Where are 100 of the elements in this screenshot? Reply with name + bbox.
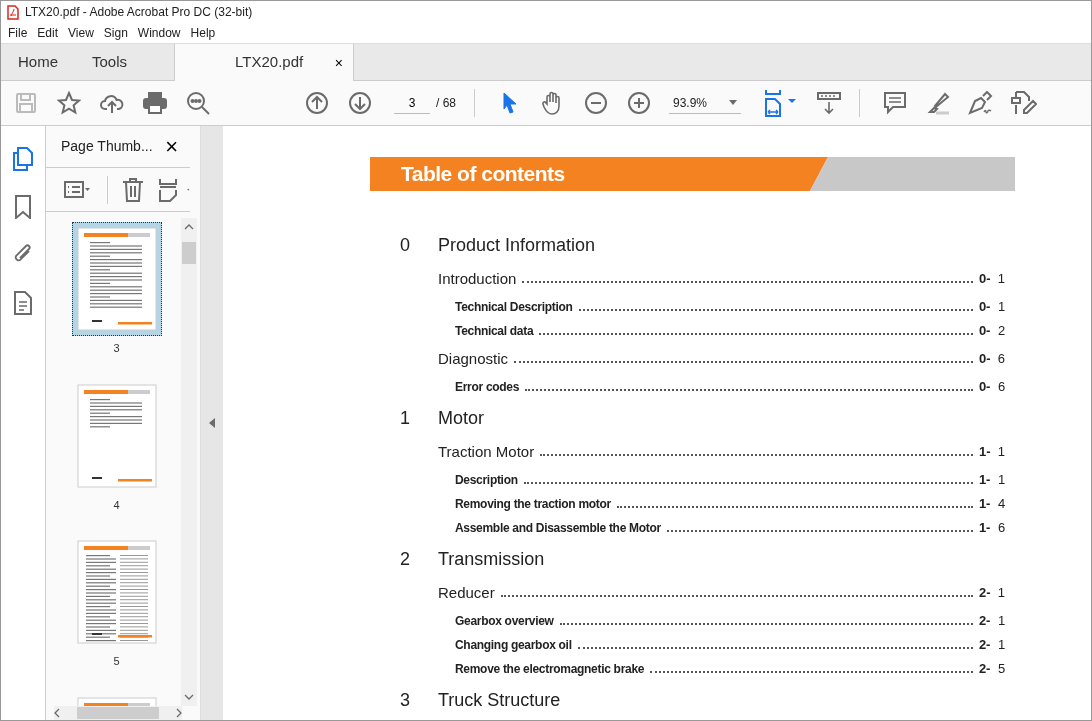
toc-entry[interactable]: Traction Motor [438, 440, 535, 464]
page-number: 1 [997, 636, 1005, 655]
printer-icon [143, 92, 167, 114]
plus-circle-icon [627, 91, 651, 115]
search-icon [186, 91, 210, 115]
pdf-file-icon [7, 4, 19, 20]
menu-item[interactable]: Window [132, 24, 186, 42]
cursor-icon [502, 92, 518, 114]
page-number: 1 [996, 443, 1005, 462]
page-number-label: 5 [113, 654, 120, 669]
caret-icon [729, 100, 737, 105]
chapter-number: 0- [979, 298, 991, 317]
document-tab[interactable]: LTX20.pdf × [174, 44, 355, 81]
sign-button[interactable] [968, 90, 994, 116]
toc-entry[interactable]: Technical Description [455, 298, 573, 316]
scroll-right-icon [176, 708, 182, 718]
menu-item[interactable]: Edit [32, 24, 64, 42]
section-number: 1 [399, 407, 411, 430]
search-button[interactable] [185, 90, 211, 116]
menu-item[interactable]: File [3, 24, 33, 42]
close-tab-button[interactable]: × [330, 55, 344, 70]
tab-label[interactable]: LTX20.pdf [235, 51, 304, 74]
bookmark-icon [14, 195, 32, 219]
zoom-out-button[interactable] [583, 90, 609, 116]
menu-item[interactable]: Sign [98, 24, 133, 42]
page-number: 6 [996, 350, 1005, 369]
toc-entry[interactable]: Gearbox overview [455, 612, 554, 630]
comment-button[interactable] [882, 90, 908, 116]
chapter-number: 0- [979, 378, 991, 397]
print-button[interactable] [142, 90, 168, 116]
toc-entry[interactable]: Description [455, 471, 518, 489]
caret-left-icon [209, 418, 215, 428]
delete-page-button[interactable] [122, 176, 145, 203]
chapter-number: 2- [979, 660, 991, 679]
scrolling-mode-button[interactable] [816, 90, 842, 116]
section-title[interactable]: Transmission [438, 546, 545, 573]
fit-page-icon [764, 89, 798, 117]
page-split-icon [158, 177, 179, 202]
page-number: 4 [997, 495, 1005, 514]
page-thumbnail[interactable] [71, 222, 162, 336]
bookmark-star-button[interactable] [56, 90, 82, 116]
page-number: 5 [997, 660, 1005, 679]
toc-entry[interactable]: Assemble and Disassemble the Motor [455, 519, 661, 537]
arrow-up-icon [305, 91, 329, 115]
document-icon [14, 291, 32, 315]
chapter-number: 2- [979, 636, 991, 655]
page-number: 6 [997, 378, 1005, 397]
zoom-field[interactable]: 93.9% [669, 92, 741, 114]
scroll-down-icon [184, 694, 194, 700]
scroll-left-icon [54, 708, 60, 718]
page-number-label: 4 [113, 497, 120, 513]
edit-pdf-button[interactable] [1011, 90, 1037, 116]
page-number: 1 [997, 471, 1005, 490]
panel-title: Page Thumb... [61, 137, 153, 156]
section-title[interactable]: Product Information [438, 232, 596, 259]
toc-entry[interactable]: Reducer [438, 581, 495, 605]
pages-icon [12, 147, 34, 171]
page-number-field[interactable]: 3 [394, 92, 430, 114]
toc-entry[interactable]: Changing gearbox oil [455, 636, 572, 654]
menu-item[interactable]: View [63, 24, 99, 42]
toc-entry[interactable]: Diagnostic [438, 347, 509, 371]
toc-entry[interactable]: Remove the electromagnetic brake [455, 660, 645, 678]
section-number: 2 [399, 548, 411, 571]
page-number: 1 [996, 584, 1005, 603]
scroll-thumb[interactable] [182, 242, 196, 264]
vertical-scrollbar[interactable] [181, 218, 197, 706]
pen-nib-icon [968, 91, 994, 115]
horizontal-scrollbar[interactable] [54, 706, 182, 720]
chapter-number: 0- [979, 270, 992, 289]
trash-icon [122, 177, 145, 202]
chapter-number: 0- [979, 322, 991, 341]
section-number: 0 [399, 234, 411, 257]
page-thumbnails-button[interactable] [10, 146, 36, 172]
fit-page-button[interactable] [763, 90, 799, 116]
menu-item[interactable]: Help [185, 24, 221, 42]
speech-bubble-icon [883, 91, 907, 115]
close-panel-button[interactable]: × [161, 135, 178, 158]
previous-page-button[interactable] [304, 90, 330, 116]
page-number-label: 3 [113, 341, 120, 356]
toc-entry[interactable]: Introduction [438, 267, 517, 291]
extract-page-button[interactable] [156, 176, 180, 203]
section-title[interactable]: Motor [438, 405, 484, 432]
chapter-number: 2- [979, 584, 992, 603]
highlight-button[interactable] [925, 90, 951, 116]
star-icon [57, 91, 81, 115]
chapter-number: 1- [979, 495, 991, 514]
window-title: LTX20.pdf - Adobe Acrobat Pro DC (32-bit) [25, 4, 253, 21]
chapter-number: 0- [979, 350, 992, 369]
keyboard-down-icon [817, 91, 841, 115]
chapter-number: 1- [979, 471, 991, 490]
scroll-thumb[interactable] [77, 707, 159, 719]
chapter-number: 1- [979, 443, 992, 462]
toc-entry[interactable]: Error codes [455, 378, 520, 396]
toc-entry[interactable]: Removing the traction motor [455, 495, 611, 513]
page-number: 1 [997, 298, 1005, 317]
toc-entry[interactable]: Technical data [455, 322, 534, 340]
next-page-button[interactable] [347, 90, 373, 116]
zoom-in-button[interactable] [626, 90, 652, 116]
scroll-up-icon [184, 224, 194, 230]
section-title[interactable]: Truck Structure [438, 687, 561, 714]
